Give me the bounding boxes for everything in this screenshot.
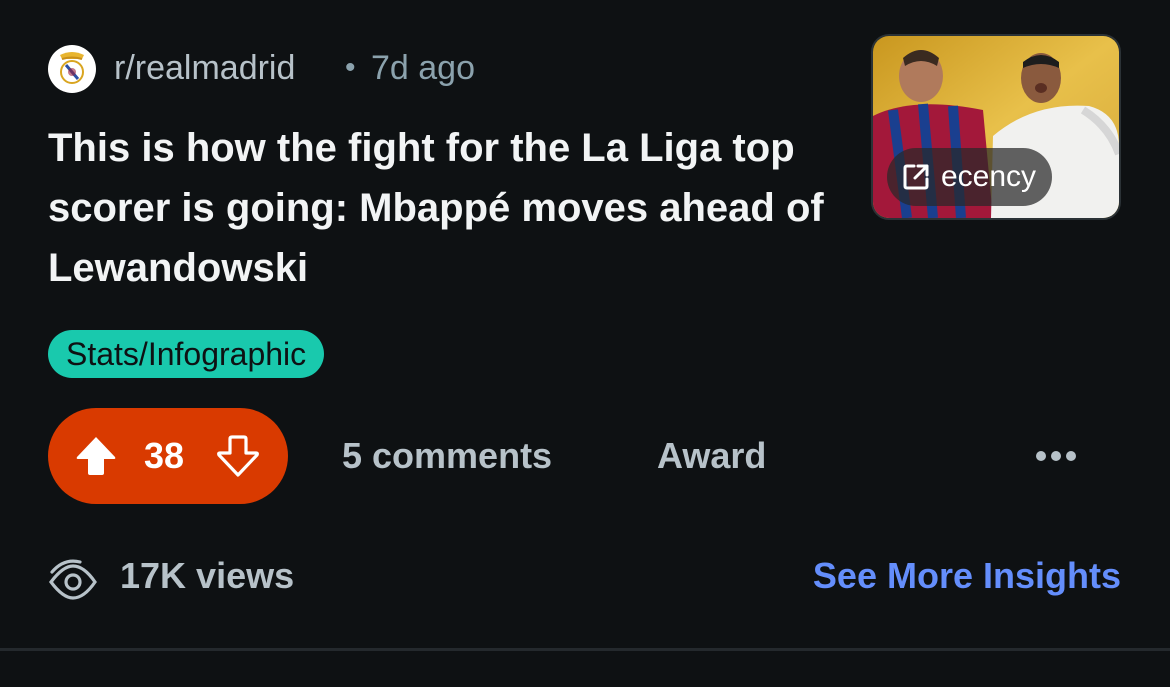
more-options-button[interactable]	[1030, 436, 1082, 476]
meta-separator: •	[345, 51, 356, 84]
upvote-arrow-icon	[76, 437, 116, 475]
link-domain-label: ecency	[941, 160, 1037, 193]
comments-button[interactable]: 5 comments	[342, 436, 552, 476]
views-count: 17K views	[120, 555, 295, 596]
upvote-button[interactable]	[74, 434, 118, 478]
external-link-icon	[903, 164, 929, 190]
more-options-icon	[1036, 451, 1076, 461]
post-divider	[0, 648, 1170, 651]
see-more-insights-link[interactable]: See More Insights	[805, 556, 1121, 596]
award-button[interactable]: Award	[657, 436, 766, 476]
post-title[interactable]: This is how the fight for the La Liga to…	[48, 118, 848, 298]
vote-control: 38	[48, 408, 288, 504]
downvote-arrow-icon	[217, 435, 259, 477]
link-domain-badge: ecency	[887, 148, 1053, 206]
subreddit-name[interactable]: r/realmadrid	[114, 48, 295, 88]
post-flair[interactable]: Stats/Infographic	[48, 330, 325, 378]
post-thumbnail[interactable]: ecency	[871, 34, 1121, 220]
downvote-button[interactable]	[216, 434, 260, 478]
vote-count: 38	[144, 435, 185, 476]
post-timestamp: 7d ago	[371, 49, 475, 87]
views-eye-icon	[48, 559, 97, 600]
real-madrid-crest-icon	[60, 52, 84, 84]
post-card[interactable]: r/realmadrid • 7d ago This is how the fi…	[0, 0, 1170, 648]
subreddit-avatar[interactable]	[48, 45, 96, 93]
